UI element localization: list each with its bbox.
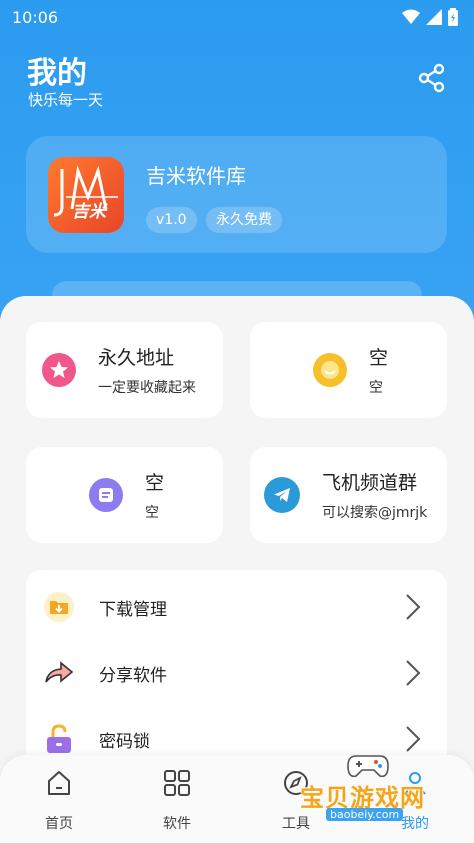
tile-empty-1[interactable]: 空 空 <box>250 322 447 418</box>
menu-item-label: 密码锁 <box>99 731 150 752</box>
menu-list: 下载管理 分享软件 密码锁 <box>26 570 447 770</box>
tile-title: 空 <box>145 472 165 494</box>
tile-permanent-address[interactable]: 永久地址 一定要收藏起来 <box>26 322 223 418</box>
wifi-icon <box>402 9 420 24</box>
watermark-url: baobeiy.com <box>326 808 404 821</box>
note-icon <box>89 478 123 512</box>
star-icon <box>42 353 76 387</box>
tile-subtitle: 空 <box>369 380 383 396</box>
telegram-icon <box>264 477 300 513</box>
tile-subtitle: 一定要收藏起来 <box>98 380 196 396</box>
menu-item-label: 分享软件 <box>99 665 167 686</box>
tile-telegram-group[interactable]: 飞机频道群 可以搜索@jmrjk <box>250 447 447 543</box>
tile-title: 空 <box>369 347 389 369</box>
tile-title: 永久地址 <box>98 347 175 369</box>
menu-item-share-software[interactable]: 分享软件 <box>26 640 447 706</box>
status-icons <box>402 8 458 26</box>
nav-label: 软件 <box>163 816 191 832</box>
nav-home[interactable]: 首页 <box>24 769 94 833</box>
status-bar: 10:06 <box>0 0 474 34</box>
lock-icon <box>43 723 75 755</box>
home-icon <box>48 771 70 795</box>
gamepad-icon <box>347 755 389 778</box>
menu-item-label: 下载管理 <box>99 599 167 620</box>
signal-icon <box>426 9 442 25</box>
download-folder-icon <box>43 591 75 623</box>
battery-icon <box>448 8 458 26</box>
app-logo-text: 吉米 <box>72 202 106 222</box>
nav-software[interactable]: 软件 <box>142 769 212 833</box>
app-name: 吉米软件库 <box>146 164 246 188</box>
tile-subtitle: 空 <box>145 505 159 521</box>
grid-icon <box>164 770 190 796</box>
menu-item-download-manager[interactable]: 下载管理 <box>26 574 447 640</box>
chevron-right-icon <box>406 660 421 686</box>
tile-empty-2[interactable]: 空 空 <box>26 447 223 543</box>
share-arrow-icon <box>43 657 75 689</box>
watermark: 宝贝游戏网 baobeiy.com <box>296 748 446 828</box>
status-time: 10:06 <box>12 7 59 27</box>
app-info-card[interactable]: 吉米 吉米软件库 v1.0 永久免费 <box>26 136 447 253</box>
share-button[interactable] <box>414 60 450 96</box>
page-title: 我的 <box>27 56 87 91</box>
page-subtitle: 快乐每一天 <box>28 91 104 109</box>
share-icon <box>418 63 445 93</box>
tile-subtitle: 可以搜索@jmrjk <box>322 505 428 521</box>
nav-label: 首页 <box>45 816 73 832</box>
smile-icon <box>313 353 347 387</box>
chevron-right-icon <box>406 594 421 620</box>
version-badge: v1.0 <box>146 207 197 233</box>
app-logo: 吉米 <box>48 157 124 233</box>
tile-title: 飞机频道群 <box>322 472 418 494</box>
license-badge: 永久免费 <box>206 207 282 233</box>
